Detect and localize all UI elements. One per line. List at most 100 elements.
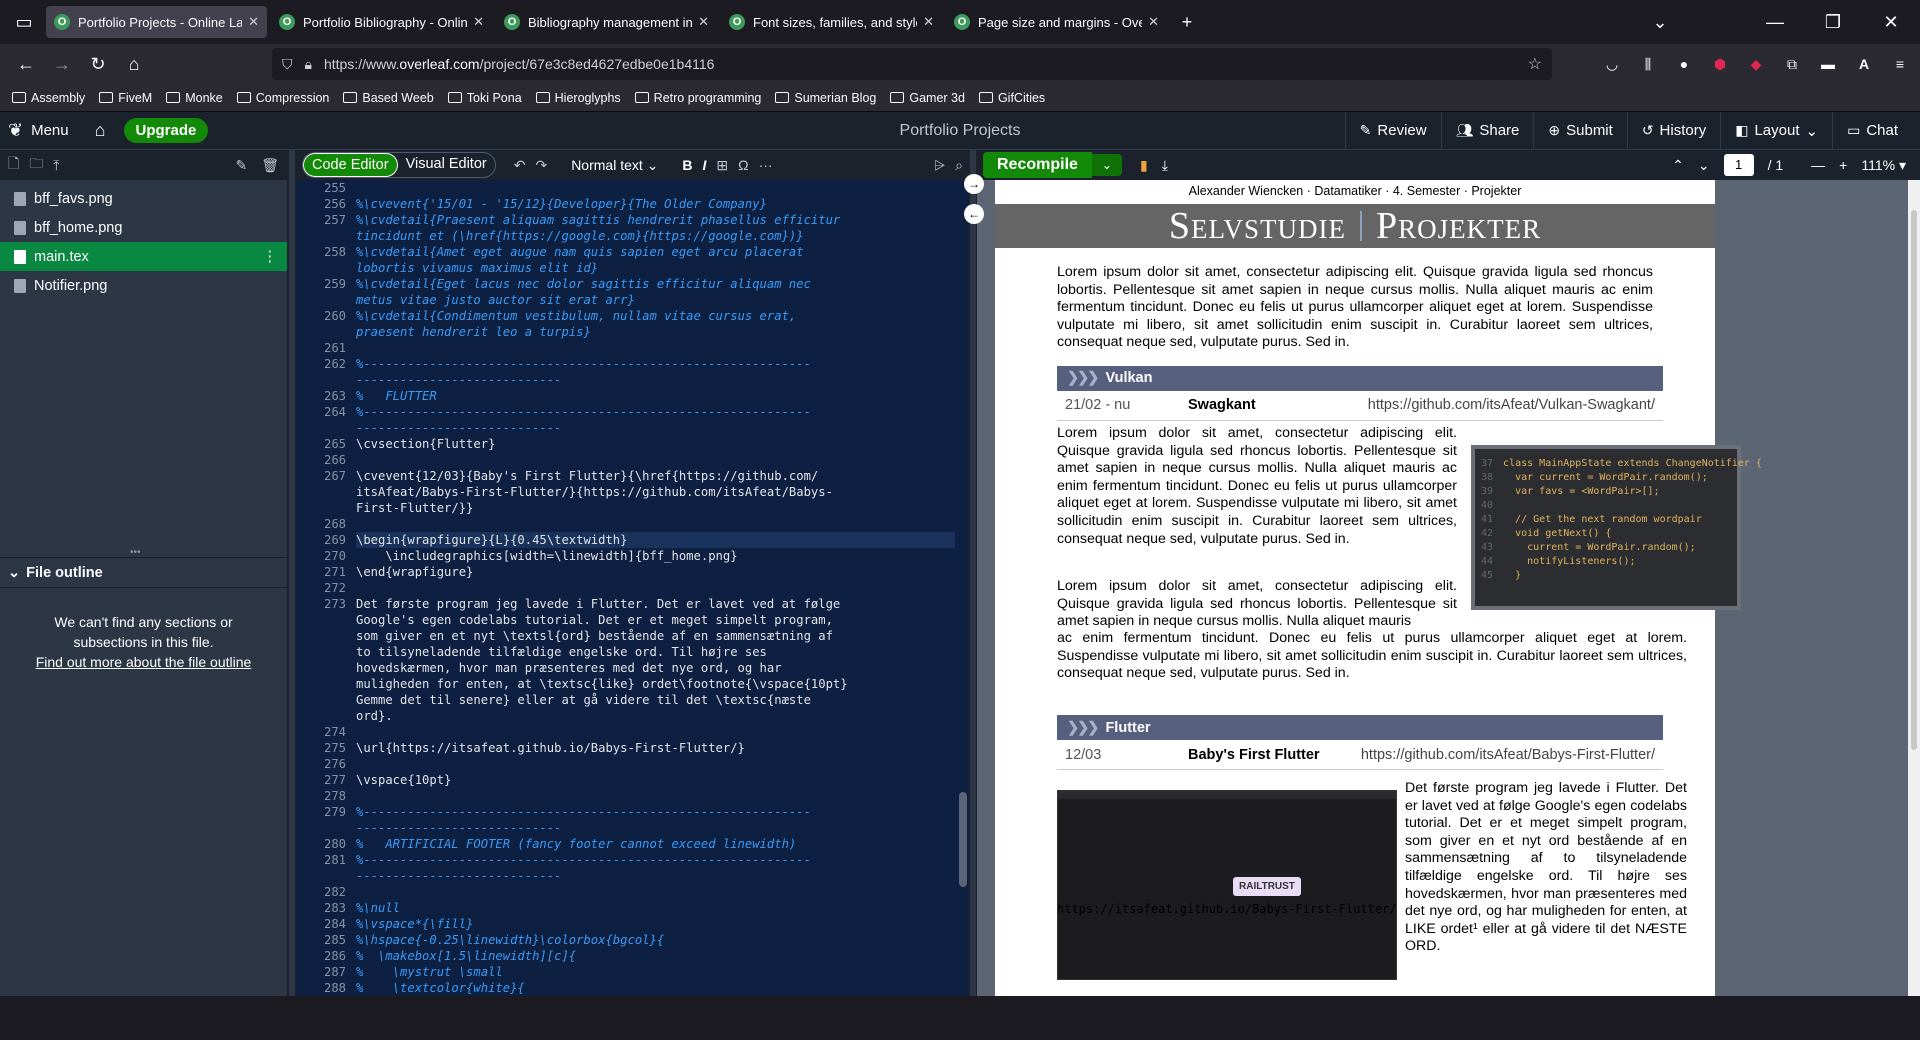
- bookmark-item[interactable]: Gamer 3d: [890, 91, 965, 105]
- extensions-icon[interactable]: ⧉: [1780, 52, 1804, 76]
- restore-icon[interactable]: ❐: [1804, 12, 1862, 33]
- code-line[interactable]: %\cvdetail{Condimentum vestibulum, nulla…: [356, 308, 955, 324]
- code-line[interactable]: %\cvdetail{Eget lacus nec dolor sagittis…: [356, 276, 955, 292]
- previous-page-icon[interactable]: ⌃: [1672, 157, 1684, 174]
- recompile-button[interactable]: Recompile: [983, 152, 1092, 178]
- visual-editor-toggle[interactable]: Visual Editor: [398, 153, 495, 177]
- browser-tab[interactable]: O Font sizes, families, and styles - ✕: [721, 6, 942, 38]
- bookmark-item[interactable]: Assembly: [12, 91, 85, 105]
- code-line[interactable]: % ARTIFICIAL FOOTER (fancy footer cannot…: [356, 836, 955, 852]
- zoom-in-icon[interactable]: +: [1839, 157, 1847, 173]
- bookmark-item[interactable]: Sumerian Blog: [775, 91, 876, 105]
- code-line[interactable]: %\null: [356, 900, 955, 916]
- file-item[interactable]: bff_home.png: [0, 213, 287, 242]
- zoom-dropdown[interactable]: 111% ▾: [1861, 157, 1906, 174]
- account-icon[interactable]: A: [1852, 52, 1876, 76]
- close-tab-icon[interactable]: ✕: [473, 14, 484, 30]
- search-icon[interactable]: ⌕: [955, 157, 963, 174]
- table-icon[interactable]: ⊞: [716, 157, 728, 174]
- code-line[interactable]: %\hspace{-0.25\linewidth}\colorbox{bgcol…: [356, 932, 955, 948]
- extension-red-icon[interactable]: ◆: [1744, 52, 1768, 76]
- bookmark-item[interactable]: GifCities: [978, 91, 1045, 105]
- code-line[interactable]: [356, 340, 955, 356]
- list-all-tabs-icon[interactable]: ⌄: [1644, 12, 1676, 33]
- close-tab-icon[interactable]: ✕: [248, 14, 259, 30]
- rename-icon[interactable]: ✎: [235, 157, 247, 174]
- bookmark-item[interactable]: Retro programming: [634, 91, 761, 105]
- code-line[interactable]: metus vitae justo auctor sit erat arr}: [356, 292, 955, 308]
- code-line[interactable]: [356, 180, 955, 196]
- code-line[interactable]: praesent hendrerit leo a turpis}: [356, 324, 955, 340]
- url-bar[interactable]: ⛉ 🔒︎ https://www. overleaf.com/project/67…: [272, 48, 1552, 80]
- code-line[interactable]: %\cvdetail{Amet eget augue nam quis sapi…: [356, 244, 955, 260]
- code-line[interactable]: % \mystrut \small: [356, 964, 955, 980]
- lock-icon[interactable]: 🔒︎: [305, 56, 312, 73]
- delete-icon[interactable]: 🗑︎: [261, 157, 279, 174]
- next-page-icon[interactable]: ⌄: [1698, 157, 1710, 174]
- browser-tab[interactable]: O Bibliography management in La ✕: [496, 6, 717, 38]
- code-line[interactable]: [356, 756, 955, 772]
- code-line[interactable]: % \makebox[1.5\linewidth][c]{: [356, 948, 955, 964]
- header-chat-button[interactable]: ▭ Chat: [1832, 111, 1912, 150]
- code-line[interactable]: som giver en et nyt \textsl{ord} beståen…: [356, 628, 955, 644]
- browser-tab[interactable]: O Portfolio Projects - Online LaTeX ✕: [46, 6, 267, 38]
- minimize-icon[interactable]: —: [1746, 12, 1804, 33]
- pdf-flutter-url[interactable]: https://itsafeat.github.io/Babys-First-F…: [1057, 902, 1397, 916]
- entry-url[interactable]: https://github.com/itsAfeat/Vulkan-Swagk…: [1368, 397, 1655, 413]
- code-line[interactable]: %---------------------------------------…: [356, 404, 955, 420]
- code-line[interactable]: Det første program jeg lavede i Flutter.…: [356, 596, 955, 612]
- bookmark-item[interactable]: Compression: [236, 91, 329, 105]
- undo-icon[interactable]: ↶: [514, 157, 526, 174]
- zoom-out-icon[interactable]: —: [1811, 157, 1825, 173]
- code-line[interactable]: ----------------------------: [356, 420, 955, 436]
- back-icon[interactable]: ←: [8, 54, 44, 75]
- file-item[interactable]: main.tex ⋮: [0, 242, 287, 271]
- bookmark-item[interactable]: Monke: [166, 91, 223, 105]
- header-submit-button[interactable]: ⊕ Submit: [1533, 111, 1626, 150]
- bold-icon[interactable]: B: [682, 157, 692, 173]
- code-line[interactable]: \end{wrapfigure}: [356, 564, 955, 580]
- new-tab-icon[interactable]: +: [1171, 12, 1203, 33]
- more-options-icon[interactable]: ···: [759, 157, 773, 173]
- code-line[interactable]: \begin{wrapfigure}{L}{0.45\textwidth}: [356, 532, 955, 548]
- file-item[interactable]: Notifier.png: [0, 271, 287, 300]
- code-line[interactable]: \url{https://itsafeat.github.io/Babys-Fi…: [356, 740, 955, 756]
- new-file-icon[interactable]: 🗋︎: [8, 153, 19, 177]
- code-line[interactable]: [356, 724, 955, 740]
- code-line[interactable]: tincidunt et (\href{https://google.com}{…: [356, 228, 955, 244]
- code-line[interactable]: [356, 580, 955, 596]
- reload-icon[interactable]: ↻: [80, 54, 116, 75]
- code-line[interactable]: \vspace{10pt}: [356, 772, 955, 788]
- pdf-viewer[interactable]: Alexander Wiencken · Datamatiker · 4. Se…: [977, 180, 1920, 996]
- code-line[interactable]: %\cvevent{'15/01 - '15/12}{Developer}{Th…: [356, 196, 955, 212]
- code-lines[interactable]: %\cvevent{'15/01 - '15/12}{Developer}{Th…: [356, 180, 955, 996]
- home-button-icon[interactable]: ⌂: [95, 120, 106, 141]
- close-tab-icon[interactable]: ✕: [1148, 14, 1159, 30]
- bookmark-item[interactable]: Toki Pona: [447, 91, 522, 105]
- close-tab-icon[interactable]: ✕: [923, 14, 934, 30]
- header-history-button[interactable]: ↺ History: [1626, 111, 1720, 150]
- home-icon[interactable]: ⌂: [116, 54, 152, 75]
- italic-icon[interactable]: I: [703, 157, 707, 173]
- recompile-options-icon[interactable]: ⌄: [1091, 154, 1122, 176]
- code-line[interactable]: %---------------------------------------…: [356, 804, 955, 820]
- code-line[interactable]: \cvevent{12/03}{Baby's First Flutter}{\h…: [356, 468, 955, 484]
- code-line[interactable]: %\cvdetail{Praesent aliquam sagittis hen…: [356, 212, 955, 228]
- file-item[interactable]: bff_favs.png: [0, 184, 287, 213]
- code-line[interactable]: itsAfeat/Babys-First-Flutter/}{https://g…: [356, 484, 955, 500]
- code-line[interactable]: \includegraphics[width=\linewidth]{bff_h…: [356, 548, 955, 564]
- file-outline-header[interactable]: ⌄ File outline: [0, 558, 287, 588]
- page-number-input[interactable]: 1: [1723, 154, 1754, 176]
- code-line[interactable]: \cvsection{Flutter}: [356, 436, 955, 452]
- code-line[interactable]: %---------------------------------------…: [356, 356, 955, 372]
- code-line[interactable]: [356, 788, 955, 804]
- code-line[interactable]: hovedskærmen, hvor man præsenteres med d…: [356, 660, 955, 676]
- code-line[interactable]: ----------------------------: [356, 868, 955, 884]
- code-line[interactable]: ord}.: [356, 708, 955, 724]
- spellcheck-icon[interactable]: ⩥: [934, 157, 945, 174]
- code-editor-toggle[interactable]: Code Editor: [303, 153, 398, 177]
- browser-tab[interactable]: O Page size and margins - Overle ✕: [946, 6, 1167, 38]
- left-splitter[interactable]: [288, 150, 296, 996]
- redo-icon[interactable]: ↷: [535, 157, 547, 174]
- code-line[interactable]: [356, 516, 955, 532]
